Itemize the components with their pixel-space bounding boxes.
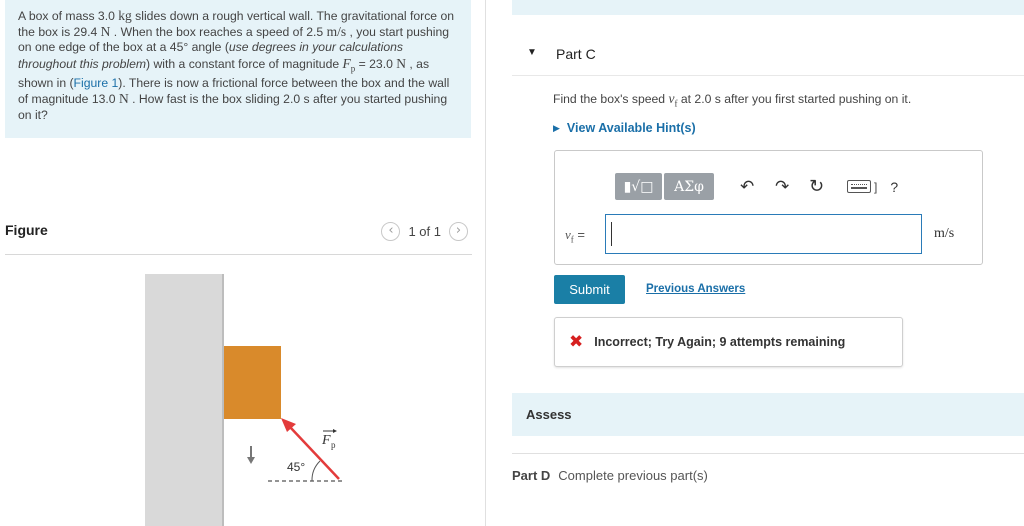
part-d-label: Part D [512,468,551,483]
math-toolbar: ▮√□ ΑΣφ ↶ ↷ ↻ ] ? [615,173,898,200]
part-d-divider [512,453,1024,454]
figure-title: Figure [5,222,48,238]
redo-icon[interactable]: ↷ [775,177,789,197]
part-d: Part D Complete previous part(s) [512,468,708,483]
force-label-sub: p [331,440,336,450]
help-button[interactable]: ? [890,179,898,195]
panel-divider [485,0,486,526]
force-label: F [321,433,331,448]
undo-icon[interactable]: ↶ [740,177,754,197]
submit-button[interactable]: Submit [554,275,625,304]
assess-label: Assess [526,407,572,422]
greek-symbols-button[interactable]: ΑΣφ [664,173,714,200]
keyboard-caret-icon[interactable]: ] [874,180,877,194]
templates-button[interactable]: ▮√□ [615,173,662,200]
figure-link[interactable]: Figure 1 [74,76,119,90]
answer-box: ▮√□ ΑΣφ ↶ ↷ ↻ ] ? vf = m/s [554,150,983,265]
view-hints-link[interactable]: ▶ View Available Hint(s) [553,121,696,135]
physics-figure: 45° F p [145,274,342,526]
reset-icon[interactable]: ↻ [809,176,824,197]
close-x-icon: ✖ [569,332,584,352]
feedback-message: ✖ Incorrect; Try Again; 9 attempts remai… [554,317,903,367]
collapse-triangle-icon[interactable]: ▼ [527,47,537,58]
figure-header: Figure ‹ 1 of 1 › [5,214,472,255]
problem-statement: A box of mass 3.0 kg slides down a rough… [5,0,471,138]
box [224,346,281,419]
previous-answers-link[interactable]: Previous Answers [646,283,745,295]
velocity-arrowhead [247,457,255,464]
force-vector-bar-head [333,429,337,433]
part-c-divider [512,75,1024,76]
keyboard-icon[interactable] [847,180,871,193]
wall [145,274,223,526]
chevron-right-icon[interactable]: › [449,222,468,241]
figure-pager: ‹ 1 of 1 › [381,222,468,241]
answer-label: vf = [565,227,585,245]
assess-section: Assess [512,393,1024,436]
angle-arc [311,460,321,482]
chevron-left-icon[interactable]: ‹ [381,222,401,241]
top-band [512,0,1024,15]
figure-counter: 1 of 1 [408,224,441,239]
wall-edge [222,274,224,526]
text-cursor [611,222,612,246]
angle-label: 45° [287,460,305,474]
part-c-question: Find the box's speed vf at 2.0 s after y… [553,91,912,109]
part-c-title[interactable]: Part C [556,46,596,62]
expand-triangle-icon: ▶ [553,122,560,133]
unit-label: m/s [934,226,955,241]
answer-input[interactable] [605,214,922,254]
part-d-status: Complete previous part(s) [558,468,708,483]
